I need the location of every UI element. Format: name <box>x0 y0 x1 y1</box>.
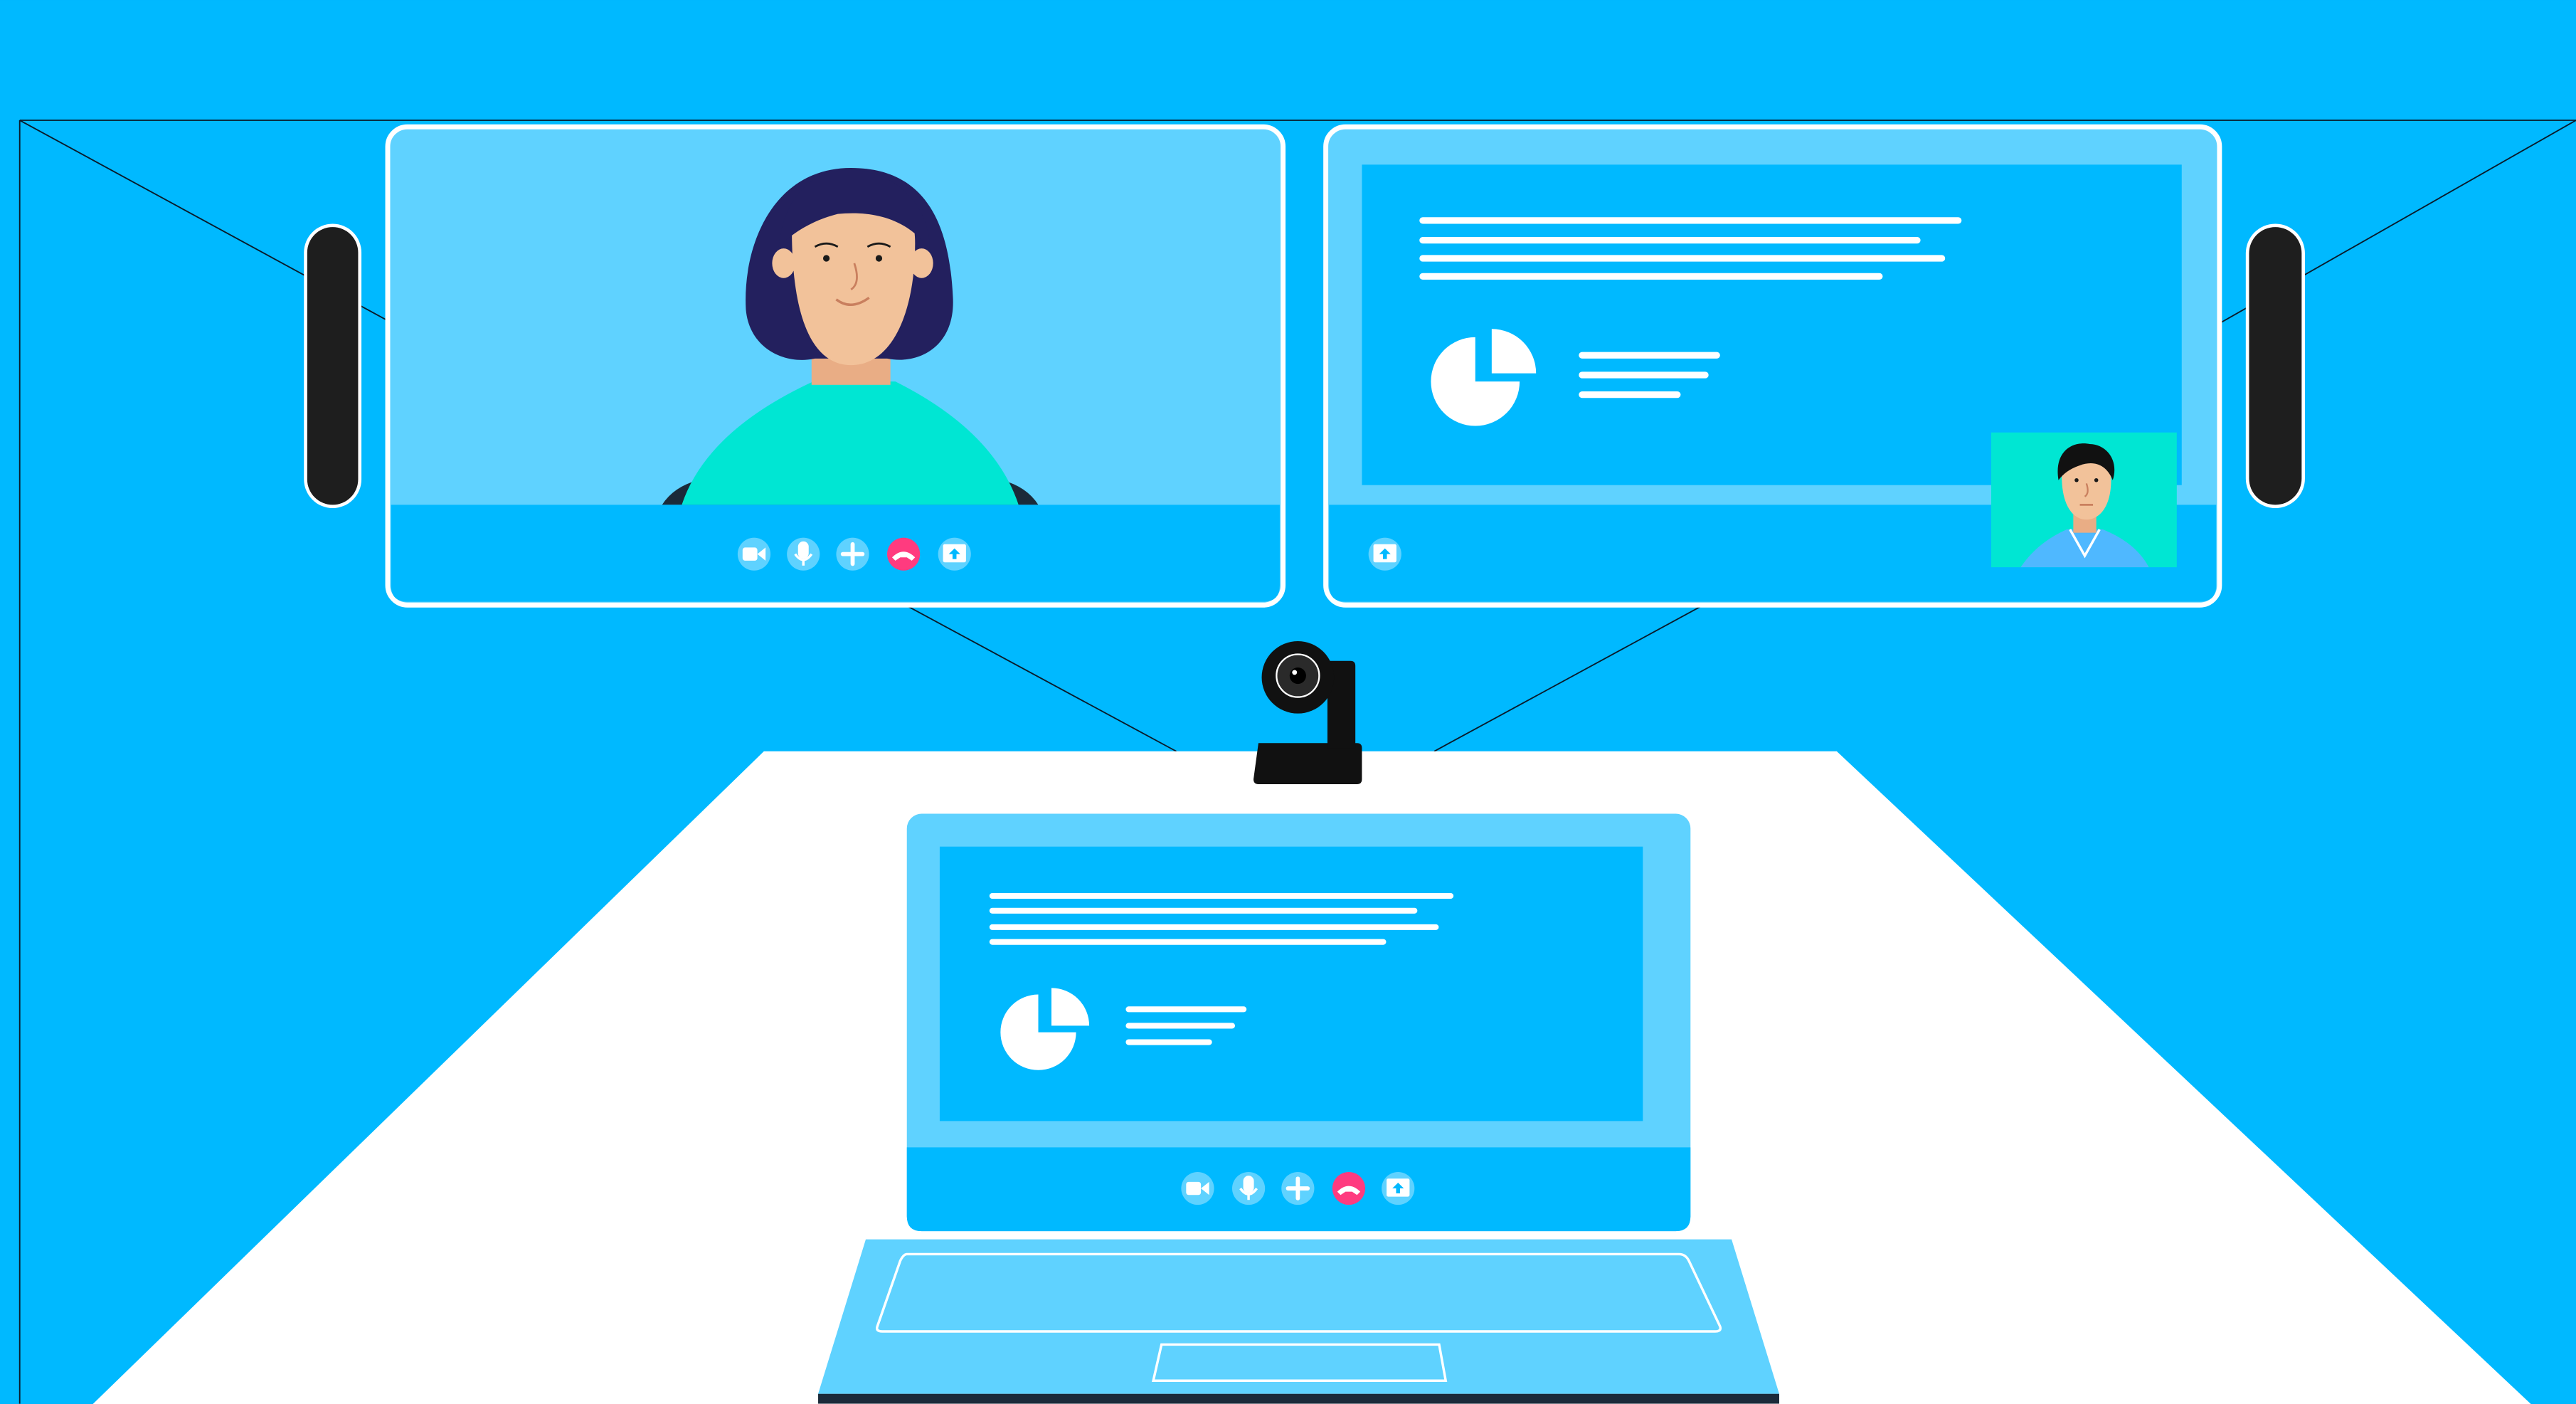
laptop-video-camera-button[interactable] <box>1181 1171 1214 1205</box>
share-screen-icon <box>943 544 966 563</box>
woman-eye-right <box>875 255 883 262</box>
laptop-slide <box>939 846 1643 1121</box>
left-display <box>385 124 1286 608</box>
laptop-end-call-button[interactable] <box>1332 1171 1366 1205</box>
laptop-plus-button[interactable] <box>1281 1171 1315 1205</box>
left-microphone-button[interactable] <box>787 537 820 571</box>
conference-room-scene <box>0 0 2576 1404</box>
woman-eye-left <box>822 255 830 262</box>
woman-ear-left <box>772 248 795 278</box>
laptop-share-screen-button[interactable] <box>1382 1171 1415 1205</box>
right-speaker <box>2245 223 2305 509</box>
left-display-control-bar <box>391 505 1280 602</box>
pip-participant-video[interactable] <box>1991 432 2177 568</box>
laptop-base <box>818 1239 1779 1394</box>
laptop <box>818 813 1779 1404</box>
man-eye-left <box>2074 477 2079 482</box>
share-screen-icon <box>1373 544 1396 563</box>
left-share-screen-button[interactable] <box>938 537 971 571</box>
webcam-lens-highlight <box>1292 670 1298 675</box>
right-display <box>1323 124 2222 608</box>
left-speaker <box>304 223 362 509</box>
laptop-microphone-button[interactable] <box>1231 1171 1266 1205</box>
man-eye-right <box>2094 477 2099 482</box>
left-video-camera-button[interactable] <box>737 537 771 571</box>
share-screen-icon <box>1387 1178 1410 1197</box>
left-end-call-button[interactable] <box>887 537 921 571</box>
laptop-base-edge <box>818 1393 1779 1404</box>
conference-room-illustration <box>0 0 2576 1404</box>
webcam-stand <box>1253 743 1362 784</box>
left-plus-button[interactable] <box>836 537 869 571</box>
right-share-screen-button[interactable] <box>1368 537 1401 571</box>
webcam-lens <box>1289 667 1306 685</box>
